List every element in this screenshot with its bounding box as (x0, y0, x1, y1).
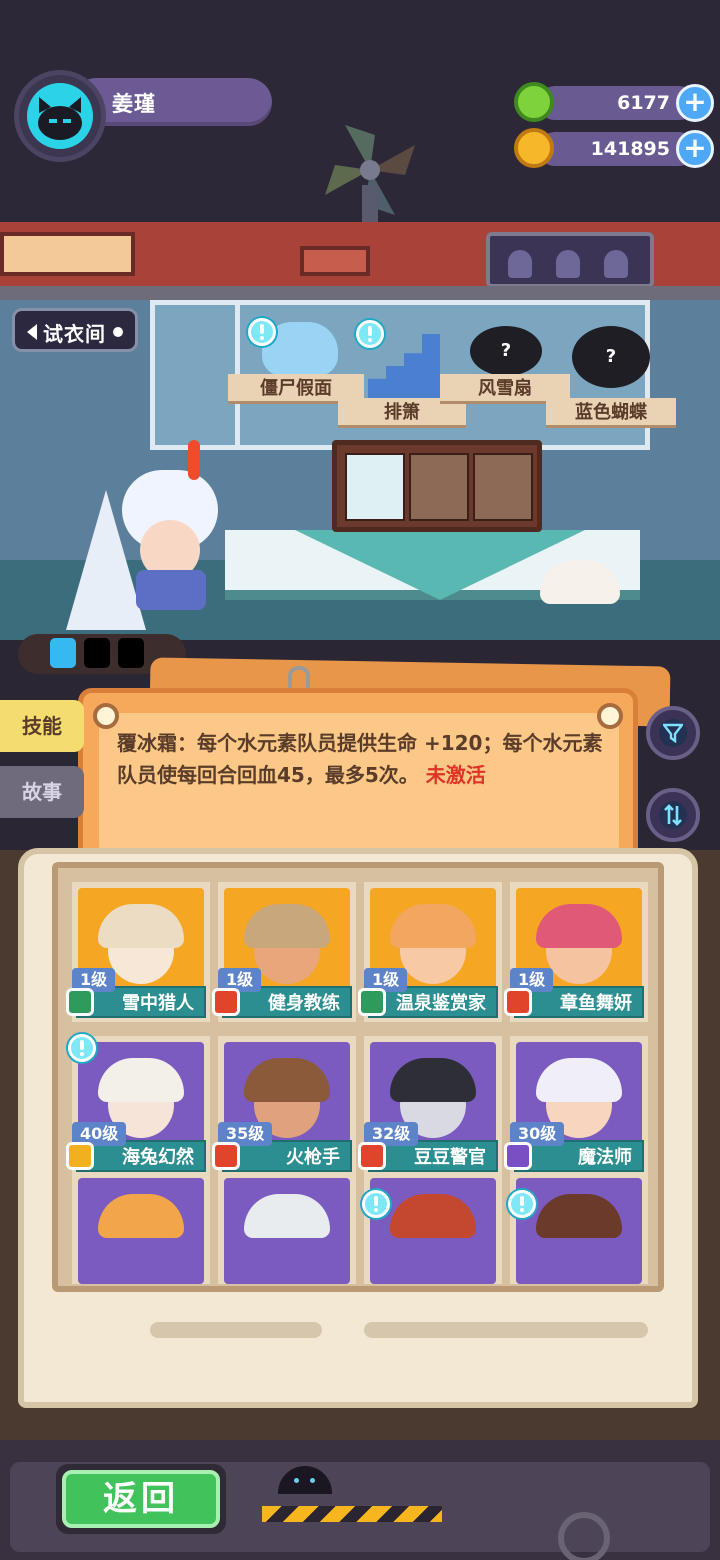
ghost-icon (508, 250, 532, 278)
nail-icon (93, 703, 119, 729)
fitting-room-button[interactable]: 试衣间 (12, 308, 138, 352)
character-card-partial[interactable] (364, 1172, 502, 1284)
character-card[interactable]: 魔法师 30级 (504, 1036, 648, 1176)
filter-button[interactable] (646, 706, 700, 760)
player-name: 姜瑾 (112, 92, 156, 116)
item-label-blue-butterfly: 蓝色蝴蝶 (546, 398, 676, 428)
back-button-label: 返回 (62, 1470, 220, 1528)
character-card-partial[interactable] (72, 1172, 210, 1284)
arrow-left-icon (27, 324, 37, 340)
rank-shield-icon (358, 988, 386, 1016)
rank-shield-icon (66, 1142, 94, 1170)
back-button[interactable]: 返回 (56, 1464, 226, 1534)
vent-decoration (0, 232, 135, 276)
grille-decoration (300, 246, 370, 276)
character-card[interactable]: 雪中猎人 1级 (66, 882, 210, 1022)
outfit-frame (332, 440, 542, 532)
character-card-partial[interactable] (218, 1172, 356, 1284)
character-card[interactable]: 豆豆警官 32级 (358, 1036, 502, 1176)
info-bubble-icon[interactable] (362, 1190, 390, 1218)
rank-shield-icon (66, 988, 94, 1016)
filter-icon (663, 723, 683, 743)
page-footer-blur (364, 1322, 648, 1338)
info-bubble-icon[interactable] (508, 1190, 536, 1218)
tab-story[interactable]: 故事 (0, 766, 84, 818)
add-coin-button[interactable]: + (676, 130, 714, 168)
ghost-icon (604, 250, 628, 278)
skill-status: 未激活 (425, 763, 486, 787)
gear-icon (558, 1512, 610, 1560)
rank-shield-icon (212, 1142, 240, 1170)
outfit-slot-icon[interactable] (409, 453, 469, 521)
info-bubble-icon[interactable] (248, 318, 276, 346)
energy-bolt-icon (50, 638, 76, 668)
skill-description: 覆冰霜：每个水元素队员提供生命 +120；每个水元素队员使每回合回血45，最多5… (117, 731, 603, 787)
rank-shield-icon (212, 988, 240, 1016)
character-card-partial[interactable] (510, 1172, 648, 1284)
window (150, 300, 240, 450)
character-card[interactable]: 健身教练 1级 (212, 882, 356, 1022)
gem-count: 6177 (617, 92, 670, 114)
rank-shield-icon (358, 1142, 386, 1170)
character-card[interactable]: 火枪手 35级 (212, 1036, 356, 1176)
gem-currency: 6177 + (514, 82, 714, 122)
page-footer-blur (150, 1322, 322, 1338)
rank-shield-icon (504, 1142, 532, 1170)
character-model[interactable] (110, 440, 230, 610)
character-card[interactable]: 章鱼舞妍 1级 (504, 882, 648, 1022)
ghost-display (486, 232, 654, 288)
sort-button[interactable] (646, 788, 700, 842)
tab-skill[interactable]: 技能 (0, 700, 84, 752)
energy-slot-empty (118, 638, 144, 668)
character-card[interactable]: 温泉鉴赏家 1级 (358, 882, 502, 1022)
rank-shield-icon (504, 988, 532, 1016)
ghost-icon (556, 250, 580, 278)
dot-icon (113, 327, 123, 337)
game-screen: { "player": {"name": "姜瑾"}, "currencies"… (0, 0, 720, 1560)
butterfly-item-locked-icon[interactable]: ? (572, 326, 650, 388)
info-bubble-icon[interactable] (356, 320, 384, 348)
skill-board: 覆冰霜：每个水元素队员提供生命 +120；每个水元素队员使每回合回血45，最多5… (78, 688, 638, 874)
fan-decoration-icon (325, 125, 415, 225)
green-gem-icon (514, 82, 554, 122)
info-bubble-icon[interactable] (68, 1034, 96, 1062)
fitting-room-label: 试衣间 (43, 322, 106, 346)
exclaim-icon (188, 440, 200, 480)
hazard-stripe (262, 1506, 442, 1522)
avatar[interactable] (14, 70, 106, 162)
coin-count: 141895 (590, 138, 670, 160)
player-profile[interactable]: 姜瑾 (14, 70, 272, 162)
nail-icon (597, 703, 623, 729)
outfit-slot-icon[interactable] (345, 453, 405, 521)
energy-slot-empty (84, 638, 110, 668)
coin-currency: 141895 + (514, 128, 714, 168)
fan-item-locked-icon[interactable]: ? (470, 326, 542, 376)
sort-icon (664, 804, 682, 826)
outfit-slot-icon[interactable] (473, 453, 533, 521)
gold-coin-icon (514, 128, 554, 168)
add-gem-button[interactable]: + (676, 84, 714, 122)
cat-avatar-icon (27, 83, 93, 149)
